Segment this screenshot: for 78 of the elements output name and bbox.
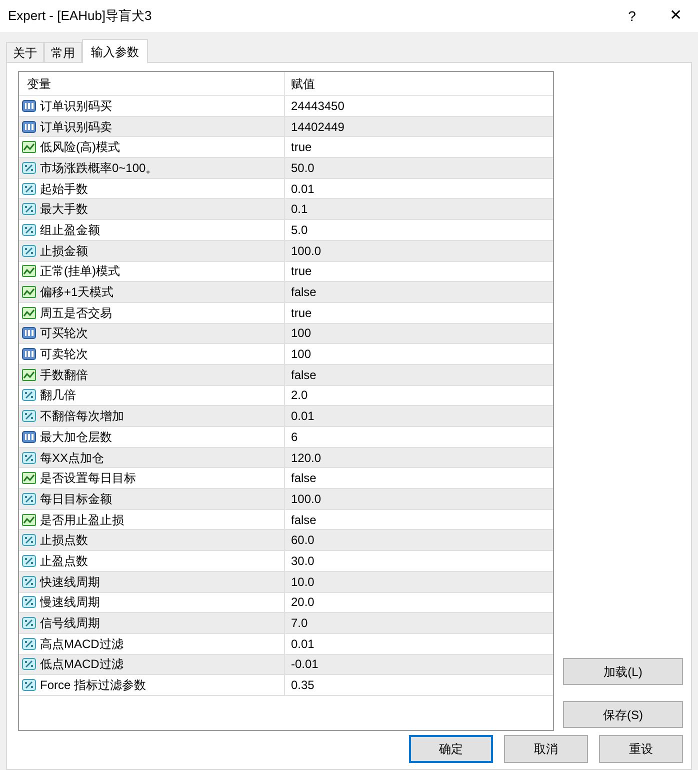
line-chart-icon — [22, 368, 36, 382]
parameter-value[interactable]: -0.01 — [285, 655, 553, 674]
parameter-name: 慢速线周期 — [40, 594, 100, 612]
parameter-name: 快速线周期 — [40, 574, 100, 591]
parameter-name: Force 指标过滤参数 — [40, 677, 146, 694]
parameter-name: 手数翻倍 — [40, 366, 88, 384]
parameter-name: 正常(挂单)模式 — [40, 263, 120, 280]
parameter-value[interactable]: 0.01 — [285, 634, 553, 653]
parameter-value[interactable]: 0.35 — [285, 676, 553, 694]
tab[interactable]: 输入参数 — [82, 39, 148, 63]
parameter-value[interactable]: false — [285, 283, 553, 302]
parameter-value[interactable]: 100.0 — [285, 490, 553, 508]
tab[interactable]: 常用 — [44, 42, 82, 62]
parameter-name: 止损金额 — [40, 242, 88, 260]
parameter-name: 可卖轮次 — [40, 346, 88, 364]
parameter-value[interactable]: true — [285, 138, 553, 156]
parameter-value[interactable]: 100.0 — [285, 242, 553, 260]
parameter-value[interactable]: 100 — [285, 324, 553, 342]
column-header[interactable]: 变量 — [19, 72, 285, 95]
parameter-name: 最大手数 — [40, 201, 88, 218]
dialog-button[interactable]: 取消 — [504, 735, 588, 763]
parameter-name: 止损点数 — [40, 532, 88, 550]
parameter-name: 周五是否交易 — [40, 304, 112, 322]
parameter-value[interactable]: 100 — [285, 345, 553, 364]
parameter-value[interactable]: 60.0 — [285, 531, 553, 550]
line-chart-icon — [22, 512, 36, 527]
line-chart-icon — [22, 285, 36, 300]
help-button[interactable]: ? — [610, 2, 654, 30]
parameter-name: 翻几倍 — [40, 387, 76, 404]
parameter-value[interactable]: 6 — [285, 428, 553, 446]
parameter-name: 市场涨跌概率0~100。 — [40, 160, 158, 177]
parameter-name: 可买轮次 — [40, 325, 88, 342]
parameter-name: 订单识别码卖 — [40, 118, 112, 136]
line-chart-icon — [22, 471, 36, 486]
parameter-value[interactable]: 14402449 — [285, 118, 553, 136]
parameter-name: 订单识别码买 — [40, 98, 112, 115]
parameter-value[interactable]: 2.0 — [285, 386, 553, 404]
close-button[interactable]: ✕ — [654, 2, 698, 30]
parameter-value[interactable]: 50.0 — [285, 158, 553, 177]
line-chart-icon — [22, 306, 36, 320]
parameter-value[interactable]: false — [285, 469, 553, 488]
parameter-value[interactable]: 5.0 — [285, 220, 553, 239]
parameter-value[interactable]: 20.0 — [285, 593, 553, 612]
line-chart-icon — [22, 264, 36, 278]
parameter-name: 高点MACD过滤 — [40, 636, 124, 653]
parameter-value[interactable]: true — [285, 304, 553, 322]
parameter-value[interactable]: 120.0 — [285, 448, 553, 467]
parameter-name: 是否用止盈止损 — [40, 512, 124, 529]
parameter-value[interactable]: 0.01 — [285, 180, 553, 198]
side-button[interactable]: 保存(S) — [563, 701, 683, 728]
parameter-name: 低点MACD过滤 — [40, 656, 124, 674]
parameter-name: 组止盈金额 — [40, 222, 100, 239]
dialog-button[interactable]: 确定 — [409, 735, 493, 763]
parameter-name: 信号线周期 — [40, 615, 100, 632]
column-header[interactable]: 赋值 — [285, 72, 553, 95]
parameter-name: 偏移+1天模式 — [40, 284, 114, 302]
parameter-name: 止盈点数 — [40, 552, 88, 570]
parameter-value[interactable]: true — [285, 262, 553, 280]
parameter-name: 每日目标金额 — [40, 490, 112, 508]
line-chart-icon — [22, 140, 36, 154]
parameter-value[interactable]: 0.01 — [285, 407, 553, 426]
parameter-value[interactable]: 0.1 — [285, 200, 553, 218]
parameter-name: 是否设置每日目标 — [40, 470, 136, 488]
parameter-value[interactable]: 7.0 — [285, 614, 553, 632]
parameter-name: 不翻倍每次增加 — [40, 408, 124, 426]
window-title: Expert - [EAHub]导盲犬3 — [8, 7, 152, 26]
parameter-name: 低风险(高)模式 — [40, 139, 120, 156]
dialog-button[interactable]: 重设 — [599, 735, 683, 763]
parameter-name: 每XX点加仓 — [40, 450, 104, 467]
parameter-value[interactable]: 24443450 — [285, 96, 553, 115]
parameter-name: 最大加仓层数 — [40, 428, 112, 446]
parameter-value[interactable]: 10.0 — [285, 572, 553, 591]
side-button[interactable]: 加载(L) — [563, 658, 683, 685]
tab[interactable]: 关于 — [6, 42, 44, 62]
parameter-name: 起始手数 — [40, 180, 88, 198]
parameter-value[interactable]: false — [285, 366, 553, 384]
parameter-value[interactable]: 30.0 — [285, 552, 553, 570]
parameter-value[interactable]: false — [285, 510, 553, 529]
